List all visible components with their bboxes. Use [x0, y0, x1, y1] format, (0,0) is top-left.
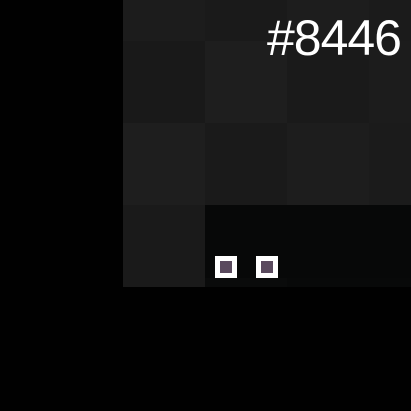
board-tile: [369, 123, 411, 205]
right-eye-icon: [256, 256, 278, 278]
score-label: #8446: [266, 10, 402, 66]
board-tile: [123, 41, 205, 123]
board-tile: [123, 0, 205, 41]
left-eye-icon: [215, 256, 237, 278]
right-pupil: [261, 261, 273, 273]
game-viewport[interactable]: #8446: [0, 0, 411, 411]
left-pupil: [220, 261, 232, 273]
board-tile: [123, 123, 205, 205]
board-tile: [287, 123, 369, 205]
board-tile: [205, 123, 287, 205]
board-tile: [123, 205, 205, 287]
